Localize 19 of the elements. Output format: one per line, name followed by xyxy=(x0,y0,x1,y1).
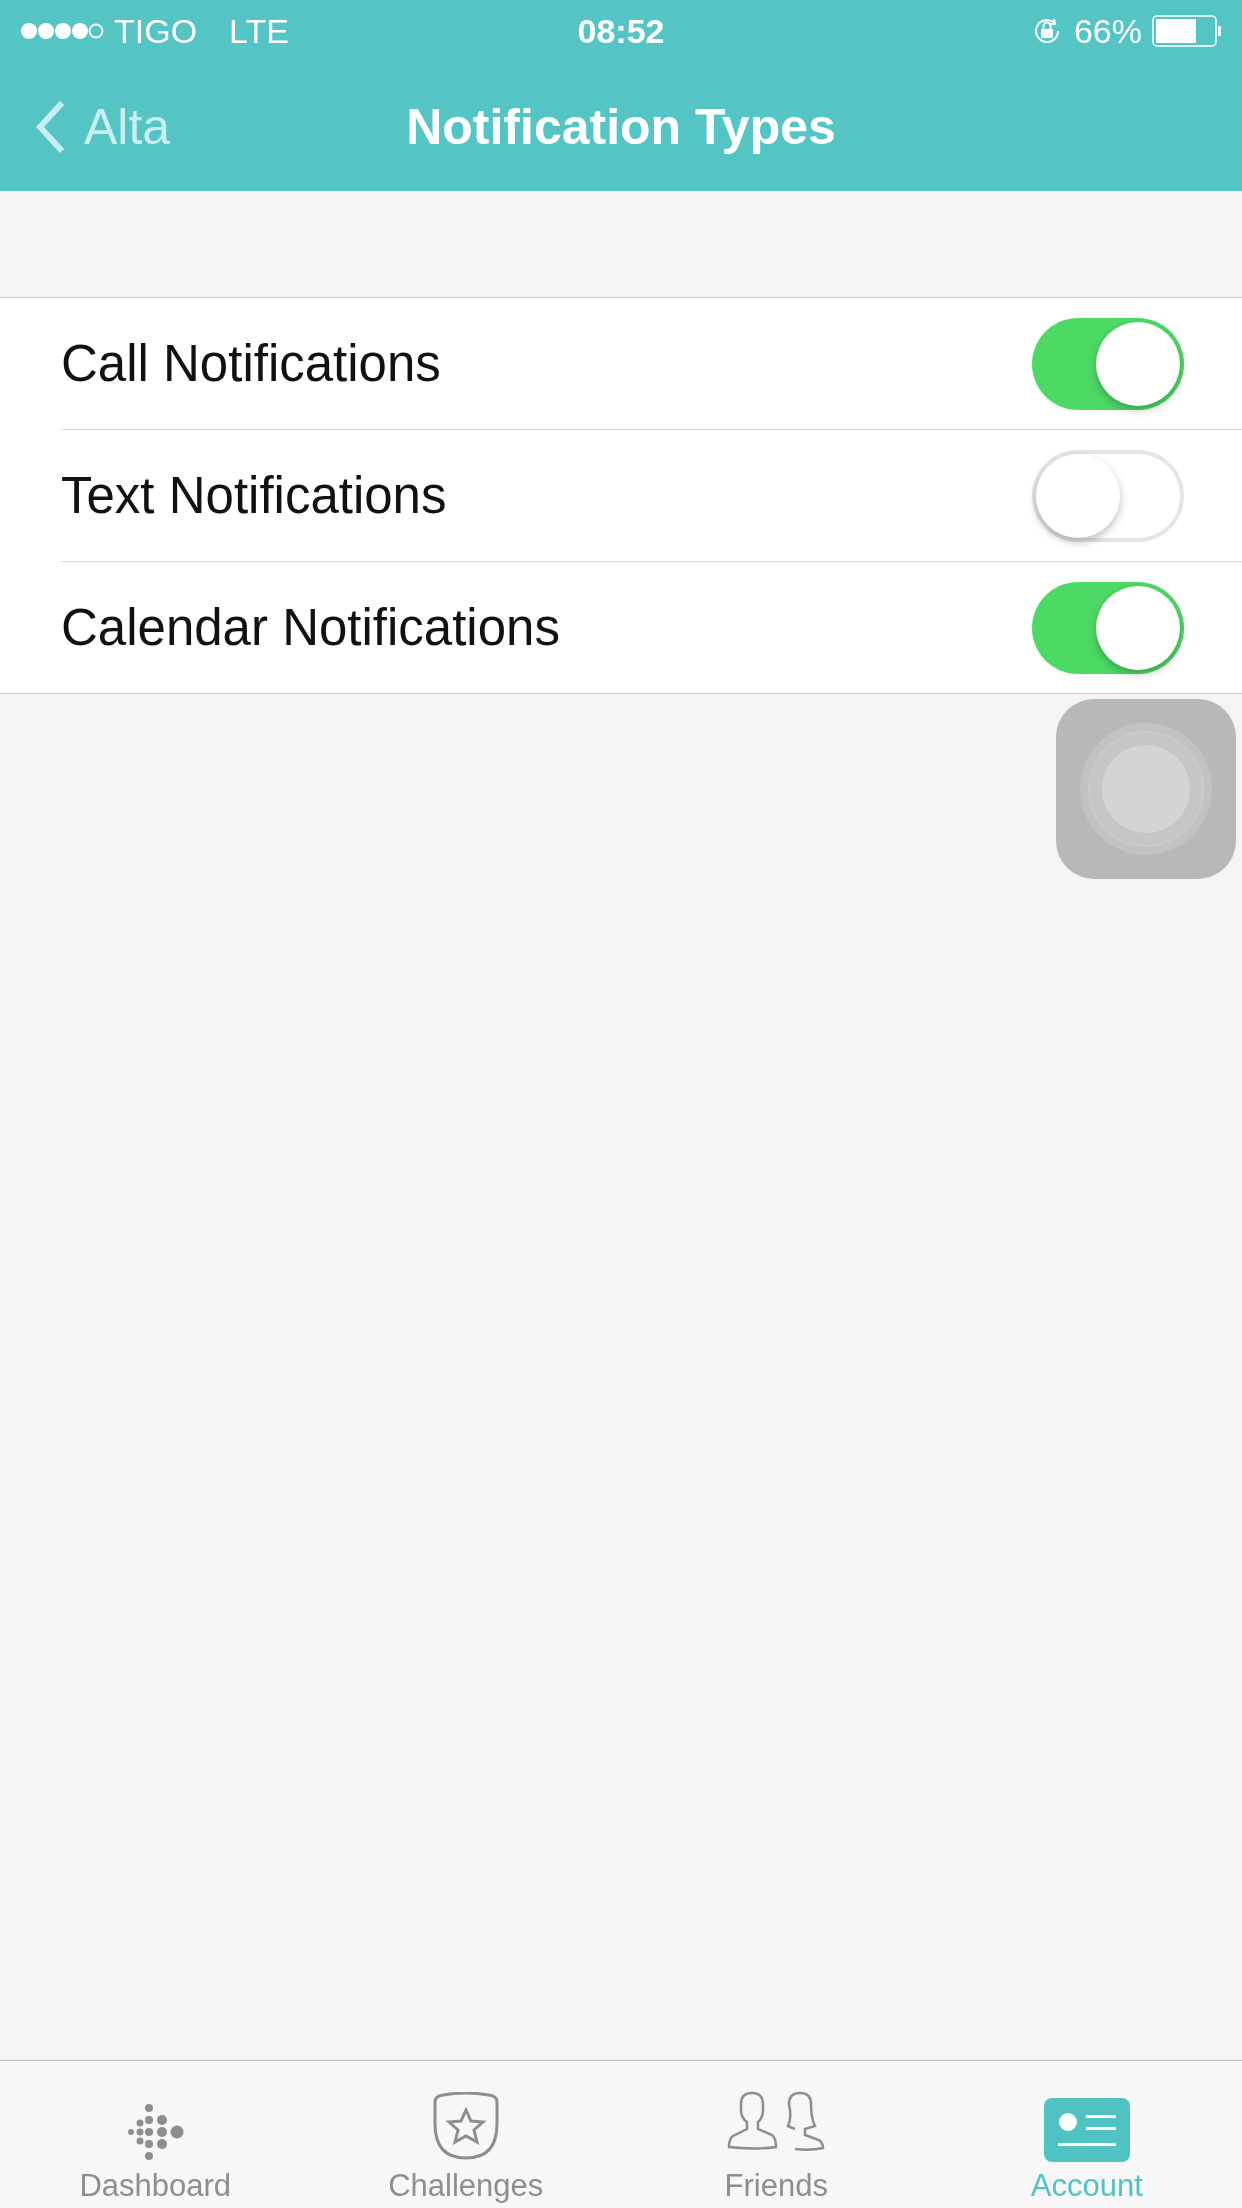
screen-title: Notification Types xyxy=(406,97,836,156)
setting-label: Calendar Notifications xyxy=(61,598,560,657)
network-type: LTE xyxy=(229,11,289,51)
setting-label: Call Notifications xyxy=(61,334,441,393)
carrier-name: TIGO xyxy=(114,11,198,51)
id-card-icon xyxy=(1043,2098,1130,2162)
tab-item[interactable]: Account xyxy=(931,2061,1242,2208)
signal-icon xyxy=(20,21,104,41)
setting-label: Text Notifications xyxy=(61,466,447,525)
tab-item[interactable]: Challenges xyxy=(310,2061,621,2208)
tab-item[interactable]: Dashboard xyxy=(0,2061,311,2208)
dots-icon xyxy=(125,2102,186,2162)
battery-percent: 66% xyxy=(1073,11,1142,51)
back-chevron-icon xyxy=(36,98,66,155)
back-button[interactable]: Alta xyxy=(36,97,171,156)
tab-item[interactable]: Friends xyxy=(621,2061,932,2208)
assistive-touch-button[interactable] xyxy=(1056,699,1236,879)
status-time: 08:52 xyxy=(577,11,665,51)
battery-icon xyxy=(1152,15,1222,47)
